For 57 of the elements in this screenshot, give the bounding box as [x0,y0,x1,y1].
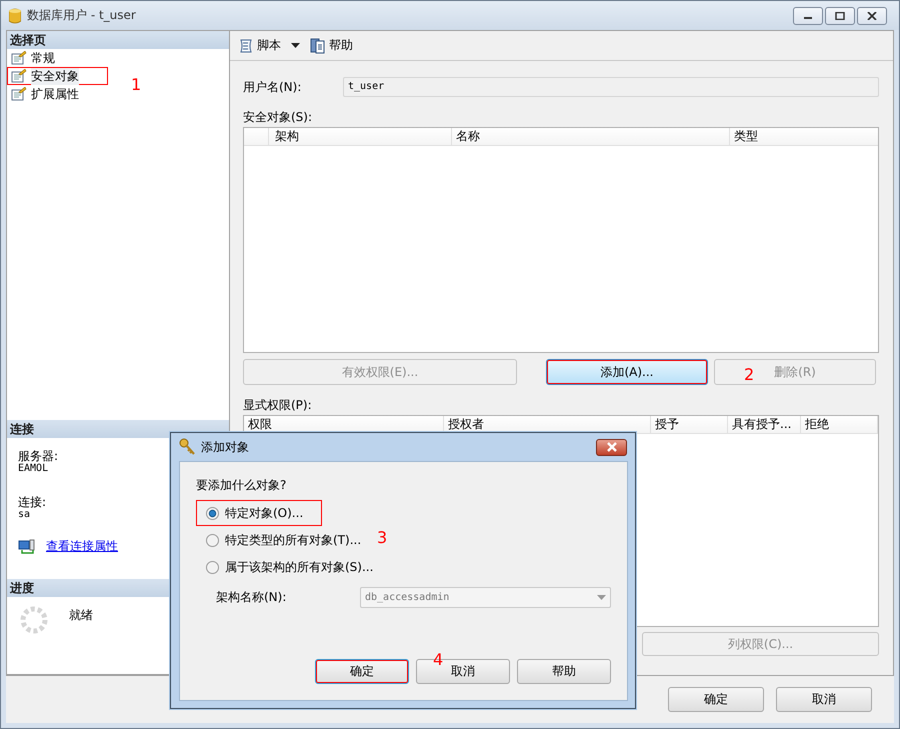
caret-icon[interactable] [291,42,300,48]
maximize-icon [835,12,845,20]
section-header: 选择页 [7,31,229,49]
explicit-permissions-label: 显式权限(P): [243,397,313,413]
column-header[interactable]: 架构 [269,128,452,145]
action-button[interactable]: 添加(A)... [546,359,708,385]
key-icon [179,438,197,456]
progress-spinner-icon [19,605,49,635]
sidebar-item[interactable]: 扩展属性 [7,85,108,103]
sidebar-item[interactable]: 常规 [7,49,108,67]
help-button[interactable]: 帮助 [308,37,355,54]
step-number: 1 [131,77,142,93]
radio-icon[interactable] [206,560,219,574]
dialog-button[interactable]: 帮助 [517,659,611,684]
close-button[interactable] [596,438,627,456]
dialog-title: 添加对象 [201,438,249,456]
dialog-button[interactable]: 取消 [776,687,872,712]
radio-icon[interactable] [206,534,219,546]
column-header[interactable]: 类型 [730,128,878,145]
close-icon [606,442,618,452]
caret-icon [597,594,606,600]
server-label: 服务器: [18,450,58,463]
column-header[interactable]: 授予 [651,416,728,433]
radio-option[interactable]: 特定类型的所有对象(T)... [196,527,366,553]
step-number: 3 [377,530,388,546]
radio-option[interactable]: 属于该架构的所有对象(S)... [196,554,378,580]
database-icon [9,8,21,24]
status-text: 就绪 [69,607,93,624]
step-number: 2 [744,367,754,383]
sidebar-item[interactable]: 安全对象 [7,67,108,85]
dialog-button[interactable]: 确定 [315,659,409,684]
question-text: 要添加什么对象? [196,477,288,494]
column-header[interactable]: 具有授予... [728,416,801,433]
connection-properties-link[interactable]: 查看连接属性 [46,538,118,555]
document-icon [310,38,326,54]
connection-label: 连接: [18,496,46,509]
network-icon [18,538,36,554]
column-header[interactable]: 拒绝 [801,416,878,433]
radio-option[interactable]: 特定对象(O)... [196,500,322,526]
connection-value: sa [18,509,30,520]
properties-icon [11,87,27,101]
close-icon [867,12,877,20]
script-button[interactable]: 脚本 [236,37,283,54]
radio-checked-icon[interactable] [206,506,219,520]
user-name-field[interactable]: t_user [343,77,879,97]
window-title: 数据库用户 - t_user [27,7,136,24]
properties-icon [11,69,27,83]
minimize-button[interactable] [793,6,823,24]
securables-label: 安全对象(S): [243,109,314,125]
column-header[interactable]: 名称 [452,128,730,145]
close-button[interactable] [857,6,887,24]
scroll-icon [238,38,254,54]
securables-grid[interactable]: 架构 名称 类型 [243,127,879,353]
server-value: EAMOL [18,463,48,474]
user-name-label: 用户名(N): [243,78,302,96]
maximize-button[interactable] [825,6,855,24]
dialog-button[interactable]: 确定 [668,687,764,712]
